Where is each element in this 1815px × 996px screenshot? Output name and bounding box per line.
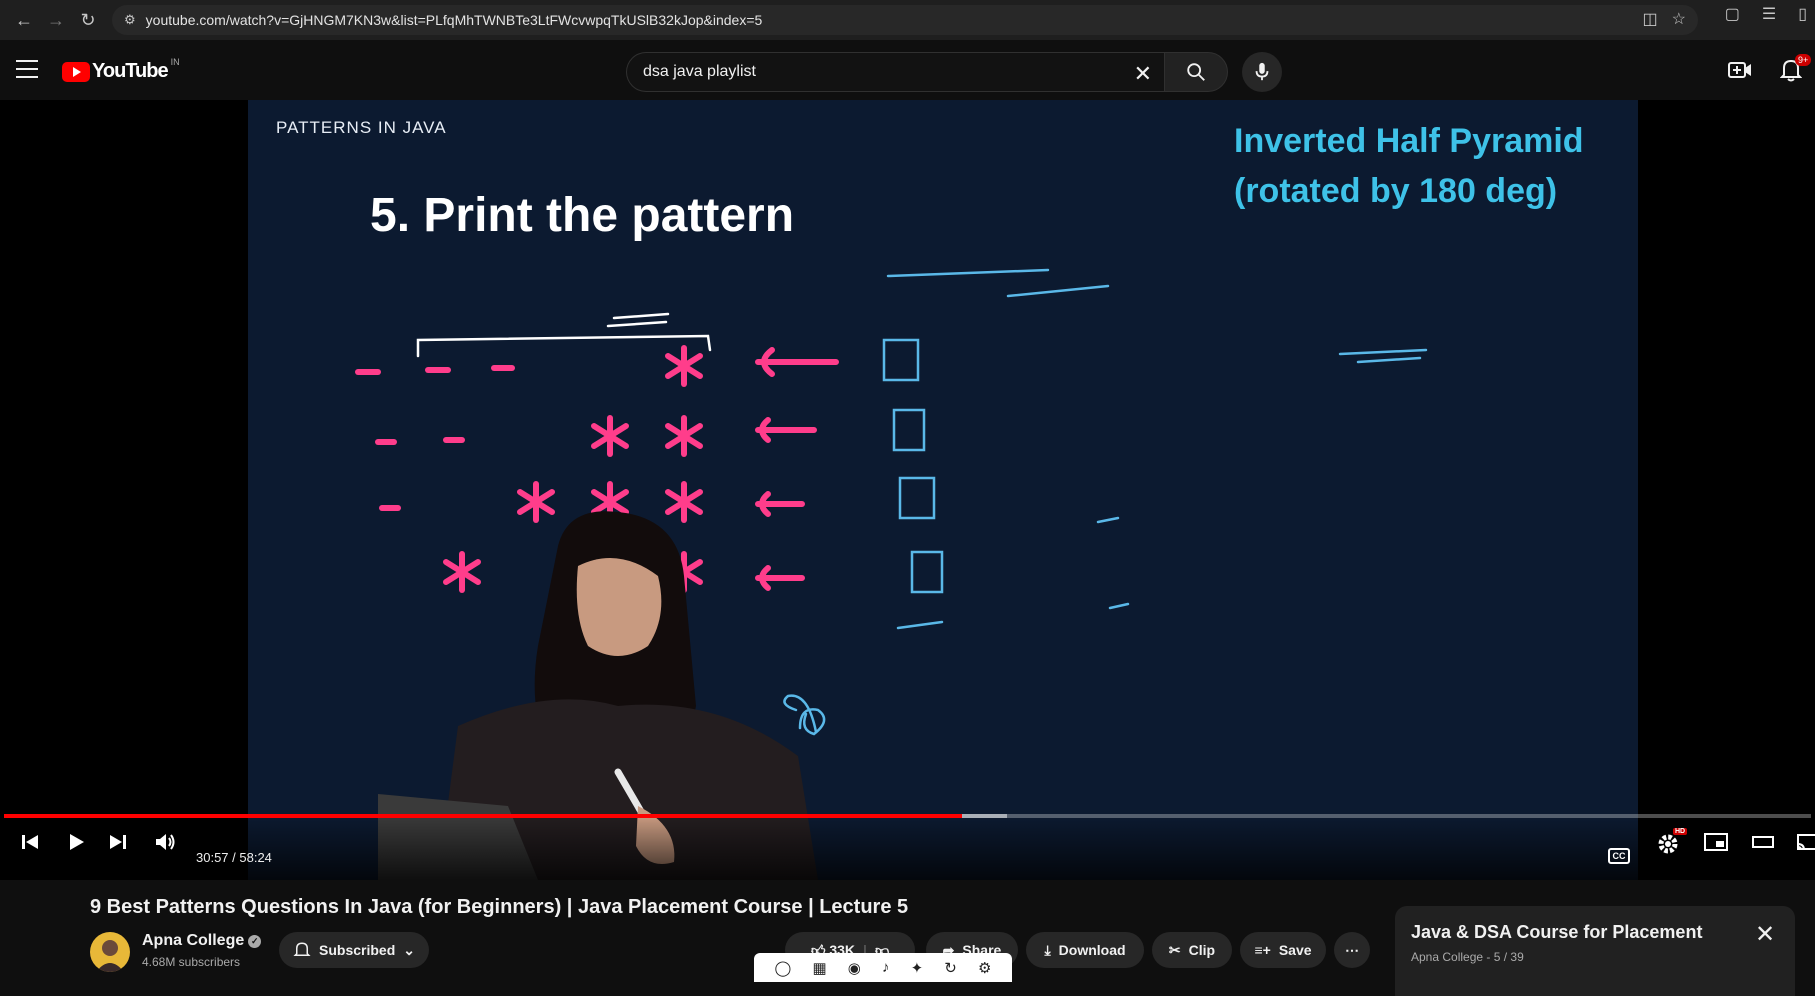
playlist-add-icon: ≡+ [1254, 942, 1271, 958]
forward-icon[interactable]: → [40, 4, 72, 36]
channel-name[interactable]: Apna College ✓ [142, 932, 262, 950]
url-text: youtube.com/watch?v=GjHNGM7KN3w&list=PLf… [145, 12, 763, 28]
star-r2c3 [591, 415, 629, 457]
miniplayer-icon[interactable] [1704, 832, 1728, 852]
logo-text: YouTube [92, 60, 169, 82]
menu-icon[interactable] [16, 60, 38, 78]
search-icon [1187, 63, 1205, 81]
progress-bar[interactable] [4, 814, 1811, 818]
channel-name-text: Apna College [142, 932, 245, 949]
playlist-subtitle: Apna College - 5 / 39 [1411, 950, 1524, 964]
playlist-title[interactable]: Java & DSA Course for Placement [1411, 922, 1702, 943]
video-player[interactable]: PATTERNS IN JAVA 5. Print the pattern In… [0, 100, 1815, 880]
clear-search-icon[interactable]: ✕ [1134, 61, 1152, 87]
star-r1c4 [665, 345, 703, 387]
back-icon[interactable]: ← [8, 4, 40, 36]
clip-button[interactable]: ✂ Clip [1152, 932, 1232, 968]
subscribe-button[interactable]: Subscribed ⌄ [279, 932, 429, 968]
create-video-icon[interactable] [1728, 60, 1752, 85]
refresh-icon[interactable]: ↻ [944, 959, 957, 977]
microphone-icon [1255, 62, 1269, 81]
notes-ink [882, 268, 1428, 630]
youtube-logo[interactable]: YouTube IN [62, 56, 180, 83]
download-icon: ⤓ [1044, 941, 1051, 958]
next-icon[interactable] [108, 832, 128, 852]
notification-badge: 9+ [1795, 54, 1812, 66]
verified-check-icon: ✓ [248, 935, 262, 948]
browser-toolbar: ← → ↻ ⚙ youtube.com/watch?v=GjHNGM7KN3w&… [0, 0, 1815, 40]
time-display: 30:57 / 58:24 [196, 850, 272, 865]
chevron-down-icon: ⌄ [403, 941, 415, 958]
download-button[interactable]: ⤓ Download [1026, 932, 1144, 968]
search-box: ✕ [626, 52, 1164, 92]
scissors-icon: ✂ [1168, 941, 1181, 958]
save-label: Save [1278, 942, 1312, 958]
close-icon[interactable]: ✕ [1755, 920, 1775, 949]
progress-played [4, 814, 962, 818]
theater-mode-icon[interactable] [1752, 832, 1776, 852]
cast-icon[interactable]: ◫ [1643, 9, 1658, 29]
playlist-panel[interactable]: Java & DSA Course for Placement Apna Col… [1395, 906, 1795, 996]
more-actions-button[interactable]: ⋯ [1334, 932, 1370, 968]
shield-icon[interactable]: ◯ [775, 959, 792, 977]
subscriber-count: 4.68M subscribers [142, 955, 241, 969]
video-title: 9 Best Patterns Questions In Java (for B… [90, 896, 909, 918]
country-code: IN [170, 56, 180, 67]
pin-icon[interactable]: ✦ [911, 959, 924, 977]
cc-icon: CC [1612, 851, 1626, 861]
bookmark-star-icon[interactable]: ☆ [1672, 9, 1686, 29]
download-label: Download [1058, 942, 1126, 958]
play-logo-icon [62, 61, 90, 82]
subscribe-label: Subscribed [319, 942, 396, 958]
player-controls [0, 816, 1815, 880]
search-button[interactable] [1164, 52, 1228, 92]
captions-button[interactable]: CC [1608, 848, 1630, 864]
youtube-header: YouTube IN ✕ 9+ [0, 40, 1815, 100]
hd-badge: HD [1673, 828, 1688, 835]
extension-toolbar: ◯ ▦ ◉ ♪ ✦ ↻ ⚙ [754, 953, 1012, 982]
search-input[interactable] [643, 63, 1103, 81]
save-button[interactable]: ≡+ Save [1240, 932, 1326, 968]
cast-device-icon[interactable] [1796, 832, 1815, 852]
sidepanel-icon[interactable]: ▯ [1798, 4, 1807, 24]
clapperboard-icon[interactable]: ▦ [812, 959, 826, 977]
play-icon[interactable] [66, 832, 86, 852]
bell-icon [293, 942, 311, 956]
volume-icon[interactable] [154, 832, 176, 852]
speaker-icon[interactable]: ♪ [882, 959, 890, 976]
clip-label: Clip [1188, 942, 1216, 958]
bracket-ink [416, 312, 712, 358]
extensions-icon[interactable]: ▢ [1725, 4, 1740, 24]
reload-icon[interactable]: ↻ [72, 4, 104, 36]
video-frame: PATTERNS IN JAVA 5. Print the pattern In… [248, 100, 1638, 880]
address-bar[interactable]: ⚙ youtube.com/watch?v=GjHNGM7KN3w&list=P… [112, 5, 1698, 35]
voice-search-button[interactable] [1242, 52, 1282, 92]
settings-icon[interactable]: ⚙ [978, 959, 991, 977]
star-r2c4 [665, 415, 703, 457]
more-horizontal-icon: ⋯ [1345, 941, 1359, 958]
settings-gear-icon[interactable] [1656, 832, 1680, 856]
media-controls-icon[interactable]: ☰ [1762, 4, 1776, 24]
site-info-icon[interactable]: ⚙ [124, 12, 136, 28]
previous-icon[interactable] [20, 832, 40, 852]
camera-icon[interactable]: ◉ [848, 959, 861, 977]
channel-avatar[interactable] [90, 932, 130, 972]
